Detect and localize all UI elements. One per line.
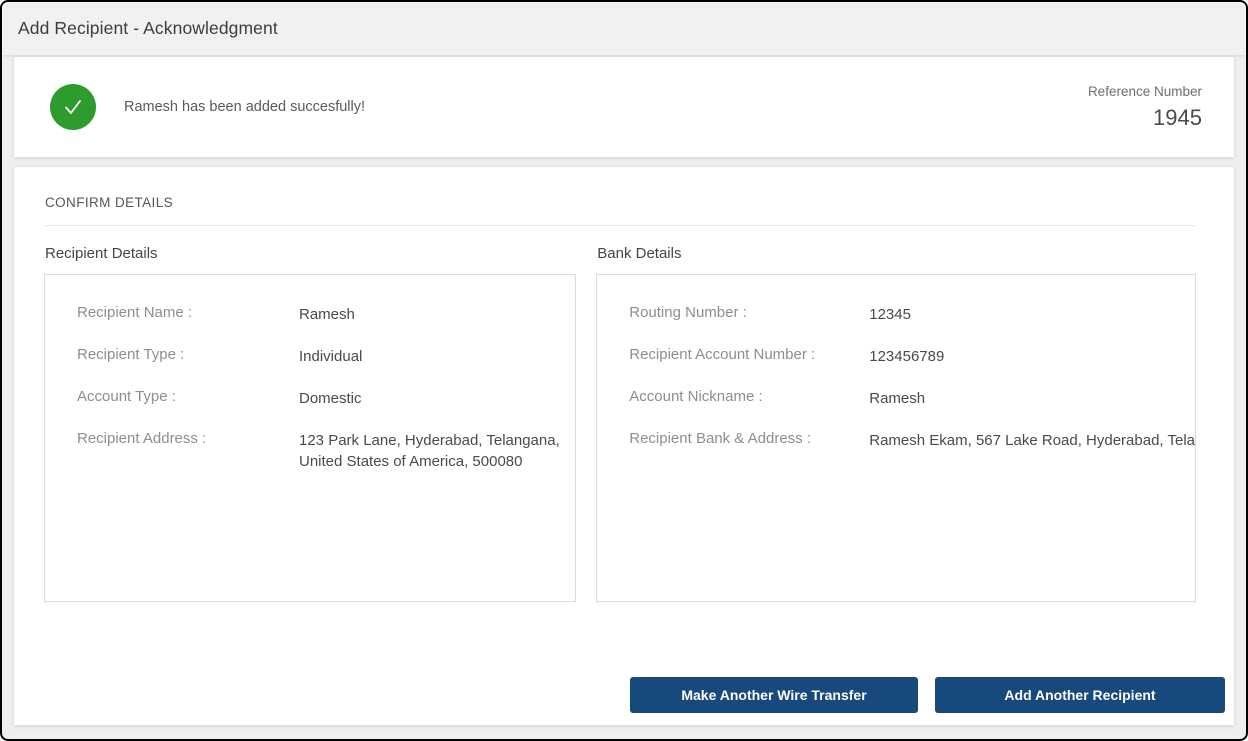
field-value: Ramesh bbox=[299, 304, 355, 325]
reference-number-label: Reference Number bbox=[1088, 84, 1202, 99]
field-account-type: Account Type : Domestic bbox=[77, 388, 575, 409]
details-columns: Recipient Details Recipient Name : Rames… bbox=[44, 245, 1196, 602]
add-another-recipient-button[interactable]: Add Another Recipient bbox=[935, 677, 1225, 713]
acknowledgment-card: Ramesh has been added succesfully! Refer… bbox=[14, 57, 1234, 157]
action-button-row: Make Another Wire Transfer Add Another R… bbox=[44, 677, 1225, 713]
page-header: Add Recipient - Acknowledgment bbox=[2, 2, 1246, 55]
field-label: Account Nickname : bbox=[629, 388, 869, 405]
page-content: Ramesh has been added succesfully! Refer… bbox=[2, 55, 1246, 725]
app-window: Add Recipient - Acknowledgment Ramesh ha… bbox=[0, 0, 1248, 741]
confirm-details-card: CONFIRM DETAILS Recipient Details Recipi… bbox=[14, 167, 1234, 725]
field-recipient-address: Recipient Address : 123 Park Lane, Hyder… bbox=[77, 430, 575, 472]
bank-details-section: Bank Details Routing Number : 12345 Reci… bbox=[596, 245, 1196, 602]
bank-details-title: Bank Details bbox=[596, 245, 1196, 262]
reference-number-value: 1945 bbox=[1088, 105, 1202, 131]
field-value: Ramesh bbox=[869, 388, 925, 409]
field-routing-number: Routing Number : 12345 bbox=[629, 304, 1195, 325]
field-label: Recipient Bank & Address : bbox=[629, 430, 869, 447]
field-value: 123456789 bbox=[869, 346, 944, 367]
confirm-details-heading: CONFIRM DETAILS bbox=[44, 195, 1196, 210]
success-message-group: Ramesh has been added succesfully! bbox=[50, 84, 365, 130]
field-value: Individual bbox=[299, 346, 362, 367]
field-label: Recipient Name : bbox=[77, 304, 299, 321]
field-label: Account Type : bbox=[77, 388, 299, 405]
make-another-wire-transfer-button[interactable]: Make Another Wire Transfer bbox=[630, 677, 918, 713]
field-label: Recipient Address : bbox=[77, 430, 299, 447]
field-recipient-name: Recipient Name : Ramesh bbox=[77, 304, 575, 325]
recipient-details-title: Recipient Details bbox=[44, 245, 576, 262]
field-value: Ramesh Ekam, 567 Lake Road, Hyderabad, T… bbox=[869, 430, 1195, 451]
field-account-nickname: Account Nickname : Ramesh bbox=[629, 388, 1195, 409]
field-recipient-type: Recipient Type : Individual bbox=[77, 346, 575, 367]
reference-number-group: Reference Number 1945 bbox=[1088, 84, 1202, 131]
field-value: 123 Park Lane, Hyderabad, Telangana, Uni… bbox=[299, 430, 575, 472]
field-recipient-bank-address: Recipient Bank & Address : Ramesh Ekam, … bbox=[629, 430, 1195, 451]
success-check-icon bbox=[50, 84, 96, 130]
field-label: Recipient Account Number : bbox=[629, 346, 869, 363]
bank-details-panel: Routing Number : 12345 Recipient Account… bbox=[596, 274, 1196, 602]
recipient-details-panel: Recipient Name : Ramesh Recipient Type :… bbox=[44, 274, 576, 602]
field-value: 12345 bbox=[869, 304, 911, 325]
field-label: Routing Number : bbox=[629, 304, 869, 321]
heading-divider bbox=[44, 225, 1196, 226]
success-message: Ramesh has been added succesfully! bbox=[124, 99, 365, 115]
page-title: Add Recipient - Acknowledgment bbox=[18, 18, 278, 39]
recipient-details-section: Recipient Details Recipient Name : Rames… bbox=[44, 245, 576, 602]
field-value: Domestic bbox=[299, 388, 362, 409]
field-label: Recipient Type : bbox=[77, 346, 299, 363]
field-recipient-account-number: Recipient Account Number : 123456789 bbox=[629, 346, 1195, 367]
